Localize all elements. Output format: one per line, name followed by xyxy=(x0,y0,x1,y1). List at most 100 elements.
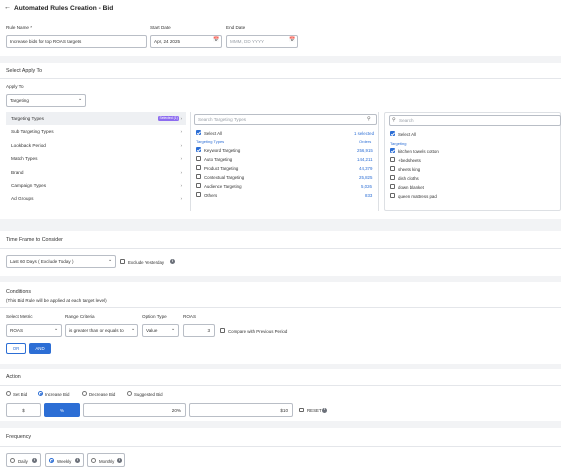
targeting-values-search[interactable]: Search xyxy=(389,115,561,126)
menu-item-brand[interactable]: Brand › xyxy=(6,166,186,179)
timeframe-select[interactable]: Last 60 Days ( Exclude Today ) xyxy=(6,255,116,268)
chevron-down-icon: ⌄ xyxy=(54,326,59,332)
menu-item-targeting-types[interactable]: Targeting Types Selected (1) › xyxy=(6,112,186,125)
section-title: Conditions xyxy=(6,289,32,295)
calendar-icon[interactable]: 📅 xyxy=(213,38,219,43)
roas-value-input[interactable]: 3 xyxy=(183,324,215,337)
menu-item-ad-groups[interactable]: Ad Groups › xyxy=(6,192,186,205)
apply-to-select[interactable]: Targeting xyxy=(6,94,86,107)
select-all-checkbox[interactable] xyxy=(390,131,395,136)
targeting-values-panel: Search ⚲ Select All Targeting kitchen to… xyxy=(384,112,561,211)
targeting-type-checkbox[interactable] xyxy=(196,156,201,161)
target-checkbox[interactable] xyxy=(390,175,395,180)
page-title: Automated Rules Creation - Bid xyxy=(14,4,114,12)
start-date-input[interactable]: Apr, 24 2025 xyxy=(150,35,222,48)
end-date-input[interactable]: MMM, DD YYYY xyxy=(226,35,298,48)
list-item: Keyword Targeting xyxy=(204,147,241,153)
menu-item-campaign-types[interactable]: Campaign Types › xyxy=(6,179,186,192)
target-checkbox[interactable] xyxy=(390,193,395,198)
radio-label: Increase Bid xyxy=(45,391,70,397)
set-bid-radio[interactable] xyxy=(6,391,11,396)
column-header: Orders xyxy=(359,139,372,144)
menu-item-match-types[interactable]: Match Types › xyxy=(6,152,186,165)
info-icon[interactable]: i xyxy=(170,259,175,264)
apply-to-label: Apply To xyxy=(6,84,24,89)
info-icon[interactable]: i xyxy=(117,458,122,463)
compare-previous-checkbox[interactable] xyxy=(220,328,225,333)
targeting-type-checkbox[interactable] xyxy=(196,147,201,152)
info-icon[interactable]: i xyxy=(322,407,327,413)
chevron-right-icon: › xyxy=(180,170,182,175)
group-label: Targeting xyxy=(390,141,407,146)
list-item: Product Targeting xyxy=(204,165,239,171)
section-title: Action xyxy=(6,374,21,380)
targeting-type-checkbox[interactable] xyxy=(196,174,201,179)
reset-checkbox[interactable] xyxy=(299,407,304,413)
targeting-type-checkbox[interactable] xyxy=(196,183,201,188)
weekly-radio[interactable] xyxy=(49,458,54,463)
selected-count: 1 selected xyxy=(354,130,375,136)
option-type-label: Option Type xyxy=(142,314,167,319)
info-icon[interactable]: i xyxy=(32,458,37,463)
targeting-types-search[interactable]: Search Targeting Types xyxy=(194,114,377,125)
decrease-bid-radio[interactable] xyxy=(82,391,87,396)
bid-percent-input[interactable]: 20% xyxy=(83,403,186,417)
list-item: kitchen towels cotton xyxy=(398,148,439,154)
and-button[interactable]: AND xyxy=(29,343,51,354)
select-all-checkbox[interactable] xyxy=(196,130,201,135)
chevron-down-icon: ⌄ xyxy=(78,96,83,102)
target-checkbox[interactable] xyxy=(390,166,395,171)
frequency-monthly-option[interactable]: Monthly i xyxy=(87,453,125,467)
increase-bid-radio[interactable] xyxy=(38,391,43,396)
roas-label: ROAS xyxy=(183,314,197,319)
target-checkbox[interactable] xyxy=(390,157,395,162)
exclude-yesterday-label: Exclude Yesterday xyxy=(128,259,165,265)
select-all-label: Select All xyxy=(204,130,223,136)
bid-cap-input[interactable]: $10 xyxy=(189,403,293,417)
criteria-label: Range Criteria xyxy=(65,314,95,319)
calendar-icon[interactable]: 📅 xyxy=(289,38,295,43)
targeting-type-checkbox[interactable] xyxy=(196,165,201,170)
target-checkbox[interactable] xyxy=(390,148,395,153)
arrow-left-icon[interactable]: ← xyxy=(4,4,11,11)
rule-name-input[interactable]: Increase bids for top ROAS targets xyxy=(6,35,147,48)
order-count: 44,379 xyxy=(359,165,373,171)
metric-label: Select Metric xyxy=(6,314,33,319)
order-count: 256,915 xyxy=(357,147,373,153)
frequency-section: Frequency Daily i Weekly i Monthly i xyxy=(0,428,561,470)
timeframe-section: Time Frame to Consider Last 60 Days ( Ex… xyxy=(0,231,561,276)
section-title: Frequency xyxy=(6,434,32,440)
info-icon[interactable]: i xyxy=(75,458,80,463)
search-icon: ⚲ xyxy=(392,116,396,123)
chevron-right-icon: › xyxy=(180,196,182,201)
list-item: Audience Targeting xyxy=(204,183,242,189)
search-icon: ⚲ xyxy=(367,115,371,122)
percent-toggle-button[interactable]: % xyxy=(44,403,80,417)
target-checkbox[interactable] xyxy=(390,184,395,189)
targeting-types-panel: Search Targeting Types ⚲ Select All 1 se… xyxy=(190,112,379,211)
list-item: queen mattress pad xyxy=(398,193,437,199)
selected-badge: Selected (1) xyxy=(158,115,180,121)
or-button[interactable]: OR xyxy=(6,343,26,354)
chevron-right-icon: › xyxy=(180,156,182,161)
list-item: Contextual Targeting xyxy=(204,174,245,180)
menu-item-lookback-period[interactable]: Lookback Period › xyxy=(6,139,186,152)
suggested-bid-radio[interactable] xyxy=(127,391,132,396)
conditions-subtitle: (This Bid Rule will be applied at each t… xyxy=(6,298,107,303)
dollar-toggle-button[interactable]: $ xyxy=(6,403,41,417)
menu-item-sub-targeting-types[interactable]: Sub Targeting Types › xyxy=(6,125,186,138)
list-item: sheets king xyxy=(398,166,421,172)
column-header: Targeting Types xyxy=(196,139,225,144)
compare-previous-label: Compare with Previous Period xyxy=(228,328,288,334)
monthly-radio[interactable] xyxy=(91,458,96,463)
frequency-weekly-option[interactable]: Weekly i xyxy=(45,453,84,467)
exclude-yesterday-checkbox[interactable] xyxy=(120,259,125,264)
conditions-section: Conditions (This Bid Rule will be applie… xyxy=(0,282,561,364)
chevron-down-icon: ⌄ xyxy=(108,257,113,263)
criteria-select[interactable]: is greater than or equals to xyxy=(65,324,138,337)
targeting-type-checkbox[interactable] xyxy=(196,192,201,197)
list-item: Auto Targeting xyxy=(204,156,233,162)
order-count: 833 xyxy=(365,192,373,198)
frequency-daily-option[interactable]: Daily i xyxy=(6,453,41,467)
daily-radio[interactable] xyxy=(10,458,15,463)
